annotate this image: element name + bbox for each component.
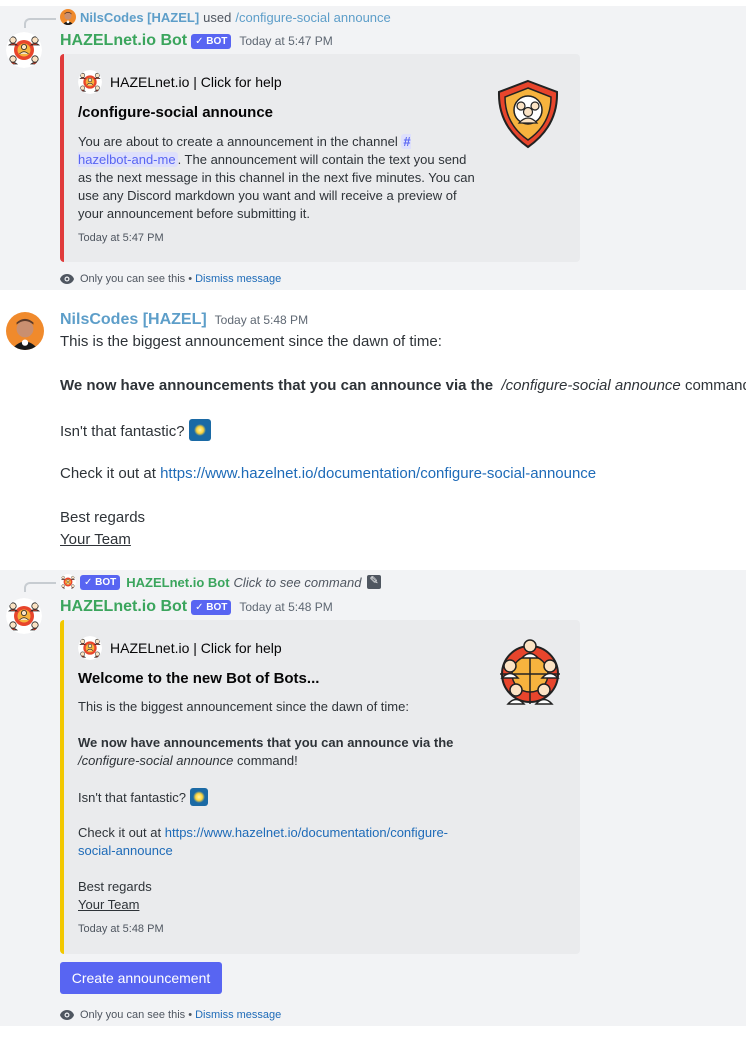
message-line-3-text: Isn't that fantastic? xyxy=(60,423,185,440)
sparkle-emoji-icon xyxy=(188,419,211,441)
message-header: HAZELnet.io Bot ✓ BOT Today at 5:47 PM xyxy=(60,30,333,52)
message-bold-text: We now have announcements that you can a… xyxy=(60,377,494,394)
reply-connector xyxy=(24,18,56,28)
bot-avatar-icon[interactable] xyxy=(6,32,42,68)
bot-avatar-icon xyxy=(60,574,76,590)
embed-footer: Today at 5:48 PM xyxy=(78,923,164,935)
embed-command-text: /configure-social announce xyxy=(78,753,234,768)
only-you-label: Only you can see this xyxy=(80,273,186,285)
reply-username[interactable]: NilsCodes [HAZEL] xyxy=(80,10,199,25)
embed: HAZELnet.io | Click for help Welcome to … xyxy=(60,620,580,954)
message-line-1: This is the biggest announcement since t… xyxy=(60,333,442,350)
channel-hash-icon: # xyxy=(403,134,411,149)
embed: HAZELnet.io | Click for help /configure-… xyxy=(60,54,580,262)
bot-logo-icon xyxy=(78,70,102,94)
embed-bold-text: We now have announcements that you can a… xyxy=(78,735,454,750)
author-name[interactable]: NilsCodes [HAZEL] xyxy=(60,311,207,329)
embed-line-6: Your Team xyxy=(78,897,140,912)
message-line-6: Your Team xyxy=(60,531,131,548)
bot-logo-icon xyxy=(78,636,102,660)
documentation-link-part-2: social-announce xyxy=(78,843,173,858)
reply-reference[interactable]: NilsCodes [HAZEL] used /configure-social… xyxy=(60,8,391,26)
only-you-notice: Only you can see this • Dismiss message xyxy=(60,1007,281,1023)
reply-bot-tag-label: BOT xyxy=(95,576,117,588)
embed-line-1: This is the biggest announcement since t… xyxy=(78,699,409,714)
embed-author-label: HAZELnet.io | Click for help xyxy=(110,640,282,656)
message-line-5: Best regards xyxy=(60,509,146,526)
embed-title: Welcome to the new Bot of Bots... xyxy=(78,670,320,687)
bot-tag: ✓ BOT xyxy=(191,599,232,615)
reply-bot-tag: ✓ BOT xyxy=(80,574,121,590)
message-line-3: Isn't that fantastic? xyxy=(60,419,211,443)
message-timestamp: Today at 5:47 PM xyxy=(239,34,333,48)
reply-bot-name[interactable]: HAZELnet.io Bot xyxy=(126,575,229,590)
embed-line-5: Best regards xyxy=(78,879,152,894)
only-you-notice: Only you can see this • Dismiss message xyxy=(60,271,281,287)
message-line-4-prefix: Check it out at xyxy=(60,465,156,482)
documentation-link[interactable]: https://www.hazelnet.io/documentation/co… xyxy=(160,465,596,482)
user-avatar-icon xyxy=(60,9,76,25)
embed-title: /configure-social announce xyxy=(78,104,274,121)
user-avatar-icon[interactable] xyxy=(6,312,44,350)
reply-used-label: used xyxy=(203,9,232,25)
embed-line-4: Check it out at https://www.hazelnet.io/… xyxy=(78,824,518,860)
bot-tag: ✓ BOT xyxy=(191,33,232,49)
edit-icon[interactable] xyxy=(367,574,382,589)
message-command-text: /configure-social announce xyxy=(501,377,681,394)
embed-line-2-end: command! xyxy=(237,753,298,768)
embed-desc-before: You are about to create a announcement i… xyxy=(78,134,398,149)
bot-tag-label: BOT xyxy=(206,35,228,47)
embed-author[interactable]: HAZELnet.io | Click for help xyxy=(78,70,282,94)
embed-author[interactable]: HAZELnet.io | Click for help xyxy=(78,636,282,660)
click-to-see-command[interactable]: Click to see command xyxy=(234,575,362,590)
message-timestamp: Today at 5:48 PM xyxy=(214,313,309,327)
group-people-icon xyxy=(492,636,568,712)
embed-author-label: HAZELnet.io | Click for help xyxy=(110,74,282,90)
message-line-2-end: command! xyxy=(684,377,746,394)
embed-description: You are about to create a announcement i… xyxy=(78,133,478,223)
eye-icon xyxy=(60,274,74,284)
message-line-4: Check it out at https://www.hazelnet.io/… xyxy=(60,463,596,485)
only-you-label: Only you can see this xyxy=(80,1009,186,1021)
message-header: HAZELnet.io Bot ✓ BOT Today at 5:48 PM xyxy=(60,596,333,618)
reply-command[interactable]: /configure-social announce xyxy=(235,10,390,25)
embed-line-2: We now have announcements that you can a… xyxy=(78,734,518,770)
embed-line-3-text: Isn't that fantastic? xyxy=(78,790,186,805)
embed-footer: Today at 5:47 PM xyxy=(78,232,164,244)
embed-line-3: Isn't that fantastic? xyxy=(78,788,518,807)
documentation-link-part-1: https://www.hazelnet.io/documentation/co… xyxy=(164,825,449,840)
user-message: NilsCodes [HAZEL] Today at 5:48 PM This … xyxy=(0,290,746,562)
message-header: NilsCodes [HAZEL] Today at 5:48 PM xyxy=(60,309,308,331)
reply-connector xyxy=(24,582,56,592)
channel-mention-label: hazelbot-and-me xyxy=(78,152,176,167)
bot-avatar-icon[interactable] xyxy=(6,598,42,634)
reply-reference[interactable]: ✓ BOT HAZELnet.io Bot Click to see comma… xyxy=(60,573,382,591)
author-name[interactable]: HAZELnet.io Bot xyxy=(60,32,187,50)
author-name[interactable]: HAZELnet.io Bot xyxy=(60,598,187,616)
message-line-2: We now have announcements that you can a… xyxy=(60,375,746,397)
message-timestamp: Today at 5:48 PM xyxy=(239,600,333,614)
shield-people-icon xyxy=(494,78,562,150)
dismiss-separator: • xyxy=(188,273,193,285)
sparkle-emoji-icon xyxy=(189,788,208,806)
eye-icon xyxy=(60,1010,74,1020)
dismiss-separator: • xyxy=(188,1009,193,1021)
bot-tag-label: BOT xyxy=(206,601,228,613)
ephemeral-message-1: NilsCodes [HAZEL] used /configure-social… xyxy=(0,6,746,290)
ephemeral-message-2: ✓ BOT HAZELnet.io Bot Click to see comma… xyxy=(0,570,746,1026)
dismiss-message-link[interactable]: Dismiss message xyxy=(195,273,281,285)
create-announcement-button[interactable]: Create announcement xyxy=(60,962,222,994)
embed-line-4-prefix: Check it out at xyxy=(78,825,162,840)
dismiss-message-link[interactable]: Dismiss message xyxy=(195,1009,281,1021)
